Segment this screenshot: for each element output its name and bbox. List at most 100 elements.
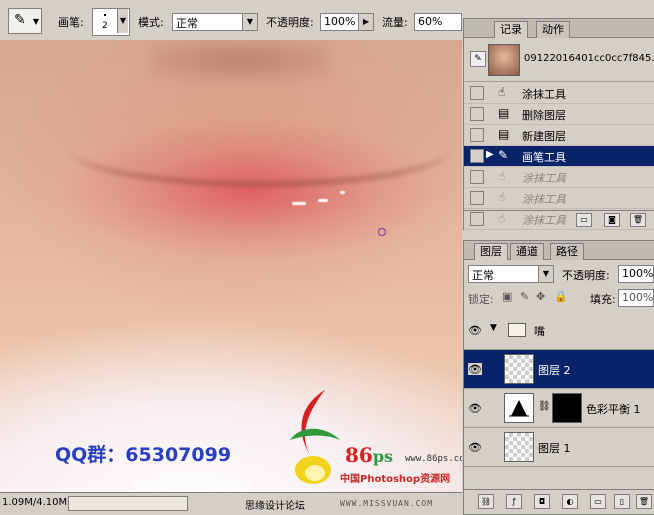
add-mask-icon[interactable]: ◘ — [534, 494, 550, 509]
tool-preset-picker[interactable]: ✎ ▼ — [8, 8, 42, 34]
history-list: ☝ 涂抹工具 ▤ 删除图层 ▤ 新建图层 ▶ ✎ 画笔工具 ☝ 涂抹工具 ☝ 涂… — [464, 83, 654, 230]
mode-value: 正常 — [176, 17, 198, 30]
layers-footer: ⛓ ƒ ◘ ◐ ▭ ▯ 🗑 — [464, 489, 654, 514]
brush-tip-preview — [104, 14, 106, 16]
history-tabs: 记录 动作 — [464, 19, 654, 38]
folder-icon — [508, 323, 526, 337]
history-source-checkbox[interactable] — [470, 191, 484, 205]
eye-icon[interactable]: 👁 — [468, 402, 482, 415]
trash-icon[interactable]: 🗑 — [630, 213, 646, 227]
new-group-icon[interactable]: ▭ — [590, 494, 606, 509]
tab-history[interactable]: 记录 — [494, 21, 528, 38]
history-item[interactable]: ☝ 涂抹工具 — [464, 167, 654, 188]
layer-row[interactable]: 👁 图层 1 — [464, 428, 654, 467]
layer-name: 图层 1 — [538, 442, 571, 455]
history-item[interactable]: ☝ 涂抹工具 — [464, 188, 654, 209]
eye-icon[interactable]: 👁 — [468, 324, 482, 337]
logo-url-text: www.86ps.com — [405, 454, 462, 464]
lock-label: 锁定: — [468, 293, 494, 306]
new-document-from-state-icon[interactable]: ▭ — [576, 213, 592, 227]
history-item[interactable]: ▤ 新建图层 — [464, 125, 654, 146]
layer-opacity-field[interactable]: 100% — [618, 265, 654, 283]
mode-select[interactable]: 正常 ▼ — [172, 13, 258, 31]
forum-watermark: 思缘设计论坛 — [245, 501, 305, 512]
layer-style-icon[interactable]: ƒ — [506, 494, 522, 509]
horizontal-scrollbar[interactable] — [68, 496, 188, 511]
flow-field[interactable]: 60% — [414, 13, 462, 31]
history-item[interactable]: ▤ 删除图层 — [464, 104, 654, 125]
history-item-label: 画笔工具 — [522, 151, 566, 164]
adjustment-layer-icon[interactable]: ◐ — [562, 494, 578, 509]
layer-group-row[interactable]: 👁 ▼ 嘴 — [464, 311, 654, 350]
lock-position-icon[interactable]: ✥ — [536, 290, 545, 303]
blend-row: 正常 ▼ 不透明度: 100% — [468, 265, 654, 283]
layer-thumbnail — [504, 432, 534, 462]
layer-opacity-label: 不透明度: — [562, 269, 610, 282]
layer-mask-thumbnail — [552, 393, 582, 423]
history-item-label: 删除图层 — [522, 109, 566, 122]
history-source-checkbox[interactable] — [470, 86, 484, 100]
fill-field[interactable]: 100% — [618, 289, 654, 307]
flow-value: 60% — [418, 15, 443, 28]
blend-mode-value: 正常 — [472, 269, 494, 282]
fill-value: 100% — [622, 291, 654, 304]
history-brush-icon[interactable]: ✎ — [470, 51, 486, 67]
layer-name: 嘴 — [534, 325, 545, 338]
lock-transparent-icon[interactable]: ▣ — [502, 290, 512, 303]
layer-document-icon: ▤ — [498, 106, 510, 120]
chevron-down-icon[interactable]: ▼ — [117, 9, 128, 33]
tab-channels[interactable]: 通道 — [510, 243, 544, 260]
history-item[interactable]: ☝ 涂抹工具 — [464, 83, 654, 104]
opacity-field[interactable]: 100% ▶ — [320, 13, 374, 31]
layer-row-active[interactable]: 👁 图层 2 — [464, 350, 654, 389]
eye-icon[interactable]: 👁 — [468, 441, 482, 454]
brush-tool-icon: ✎ — [14, 12, 26, 28]
flow-label: 流量: — [382, 16, 408, 29]
86ps-logo-icon — [290, 390, 340, 484]
blend-mode-select[interactable]: 正常 ▼ — [468, 265, 554, 283]
tab-paths[interactable]: 路径 — [550, 243, 584, 260]
brush-size-picker[interactable]: 2 ▼ — [92, 8, 130, 36]
layer-name: 色彩平衡 1 — [586, 403, 641, 416]
history-snapshot[interactable]: ✎ 09122016401cc0cc7f845... — [464, 41, 654, 82]
eye-icon[interactable]: 👁 — [468, 363, 482, 376]
history-source-checkbox[interactable] — [470, 170, 484, 184]
mode-label: 模式: — [138, 16, 164, 29]
link-layers-icon[interactable]: ⛓ — [478, 494, 494, 509]
history-source-checkbox[interactable] — [470, 107, 484, 121]
qq-group-text: QQ群：65307099 — [55, 444, 232, 466]
chevron-down-icon: ▼ — [32, 17, 39, 26]
opacity-value: 100% — [324, 15, 356, 28]
lock-image-icon[interactable]: ✎ — [520, 290, 529, 303]
adjustment-layer-row[interactable]: 👁 ⛓ 色彩平衡 1 — [464, 389, 654, 428]
smudge-icon: ☝ — [498, 169, 506, 183]
chevron-down-icon: ▼ — [242, 14, 257, 30]
document-canvas[interactable]: QQ群：65307099 86ps www.86ps.com 中国Photosh… — [0, 40, 462, 492]
tab-layers[interactable]: 图层 — [474, 243, 508, 260]
camera-snapshot-icon[interactable]: ◙ — [604, 213, 620, 227]
layer-name: 图层 2 — [538, 364, 571, 377]
history-footer: ▭ ◙ 🗑 — [464, 210, 654, 229]
history-item-active[interactable]: ▶ ✎ 画笔工具 — [464, 146, 654, 167]
history-item-label: 涂抹工具 — [522, 88, 566, 101]
chevron-down-icon: ▼ — [538, 266, 553, 282]
trash-icon[interactable]: 🗑 — [636, 494, 652, 509]
flyout-arrow-icon[interactable]: ▶ — [358, 14, 373, 30]
lock-all-icon[interactable]: 🔒 — [554, 290, 568, 303]
history-item-label: 涂抹工具 — [522, 193, 566, 206]
disclosure-triangle-icon[interactable]: ▼ — [490, 323, 497, 333]
layer-list: 👁 ▼ 嘴 👁 图层 2 👁 ⛓ 色彩平衡 1 👁 图层 1 — [464, 311, 654, 467]
lip-highlight — [340, 191, 345, 194]
lip-highlight — [292, 202, 306, 205]
tab-actions[interactable]: 动作 — [536, 21, 570, 38]
history-source-checkbox[interactable] — [470, 128, 484, 142]
opacity-label: 不透明度: — [266, 16, 314, 29]
history-source-checkbox[interactable] — [470, 149, 484, 163]
tool-options-bar: ✎ ▼ 画笔: 2 ▼ 模式: 正常 ▼ 不透明度: 100% ▶ 流量: 60… — [0, 0, 462, 41]
chain-link-icon[interactable]: ⛓ — [538, 401, 551, 412]
new-layer-icon[interactable]: ▯ — [614, 494, 630, 509]
history-item-label: 涂抹工具 — [522, 172, 566, 185]
layer-document-icon: ▤ — [498, 127, 510, 141]
color-balance-icon — [504, 393, 534, 423]
skin-shading — [150, 40, 330, 80]
